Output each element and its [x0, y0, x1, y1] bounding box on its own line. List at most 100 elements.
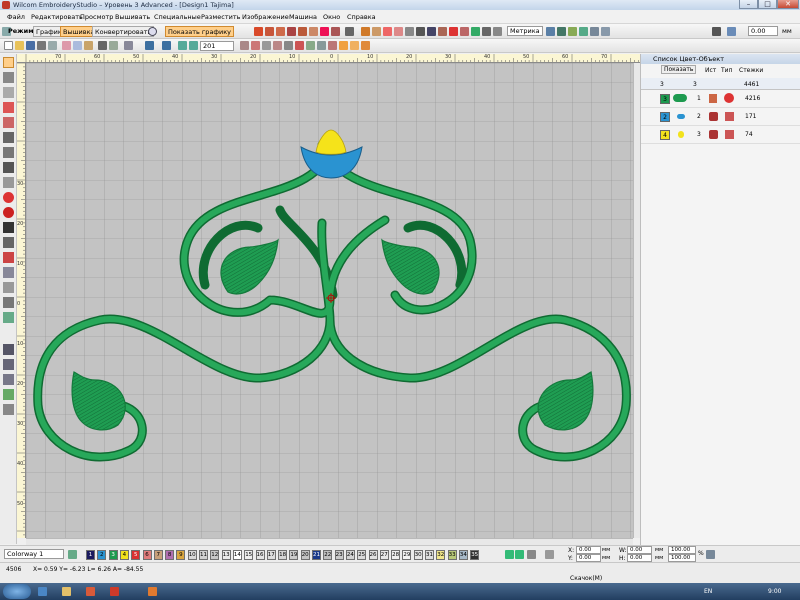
- design-canvas[interactable]: [26, 63, 633, 538]
- color-swatch-4[interactable]: 4: [119, 550, 129, 560]
- color-swatch-17[interactable]: 17: [266, 550, 276, 560]
- knife-icon[interactable]: [372, 27, 381, 36]
- color-row[interactable]: 2 2 171: [641, 109, 800, 126]
- minimize-button[interactable]: –: [739, 0, 758, 9]
- menu-view[interactable]: Просмотр: [80, 13, 113, 21]
- colorway-select[interactable]: Colorway 1: [4, 549, 64, 559]
- fill-holes-icon[interactable]: [438, 27, 447, 36]
- trace-tool-icon[interactable]: [3, 282, 14, 293]
- textile-tool-icon[interactable]: [3, 297, 14, 308]
- color-swatch-25[interactable]: 25: [357, 550, 367, 560]
- digitize-icon[interactable]: [427, 27, 436, 36]
- redo-icon[interactable]: [162, 41, 171, 50]
- wilcom-taskbar-icon[interactable]: [110, 587, 119, 596]
- color-swatch-29[interactable]: 29: [402, 550, 412, 560]
- color-swatch-21[interactable]: 21: [312, 550, 321, 560]
- menu-help[interactable]: Справка: [347, 13, 376, 21]
- paste-icon[interactable]: [84, 41, 93, 50]
- ie-icon[interactable]: [38, 587, 47, 596]
- language-indicator[interactable]: EN: [704, 588, 712, 595]
- size-lock-icon[interactable]: [712, 27, 721, 36]
- show-stitches-icon[interactable]: [240, 41, 249, 50]
- ring-tool-icon[interactable]: [3, 207, 14, 218]
- color-settings-icon[interactable]: [527, 550, 536, 559]
- node-tool-icon[interactable]: [3, 162, 14, 173]
- color-swatch-14[interactable]: 14: [232, 550, 242, 560]
- run-icon[interactable]: [276, 27, 285, 36]
- color-swatch-27[interactable]: 27: [379, 550, 389, 560]
- monogram-icon[interactable]: [449, 27, 458, 36]
- color-swatch-8[interactable]: 8: [165, 550, 175, 560]
- menu-machine[interactable]: Машина: [289, 13, 317, 21]
- color-swatch-15[interactable]: 15: [244, 550, 254, 560]
- arrow-up-icon[interactable]: [505, 550, 514, 559]
- color-swatch-18[interactable]: 18: [278, 550, 288, 560]
- color-swatch-31[interactable]: 31: [425, 550, 434, 560]
- grid-icon[interactable]: [546, 27, 555, 36]
- run-tool-icon[interactable]: [3, 132, 14, 143]
- shape-tool-icon[interactable]: [3, 267, 14, 278]
- color-swatch-34[interactable]: 34: [458, 550, 468, 560]
- zoom-select[interactable]: 201: [200, 41, 234, 51]
- copy-icon[interactable]: [73, 41, 82, 50]
- units-select[interactable]: Метрика: [507, 26, 543, 36]
- curve-tool-icon[interactable]: [3, 177, 14, 188]
- color-swatch-11[interactable]: 11: [199, 550, 208, 560]
- satin-icon[interactable]: [254, 27, 263, 36]
- color-swatch-23[interactable]: 23: [334, 550, 344, 560]
- sequin-tool-icon[interactable]: [3, 312, 14, 323]
- color-swatch-20[interactable]: 20: [300, 550, 310, 560]
- open-icon[interactable]: [15, 41, 24, 50]
- preview-icon[interactable]: [48, 41, 57, 50]
- show-button[interactable]: Показать: [661, 65, 697, 74]
- color-swatch-24[interactable]: 24: [345, 550, 355, 560]
- duplicate-icon[interactable]: [98, 41, 107, 50]
- vertical-scrollbar[interactable]: [633, 63, 640, 538]
- arrow-down-icon[interactable]: [515, 550, 524, 559]
- complex-fill-icon[interactable]: [416, 27, 425, 36]
- stemstitch-icon[interactable]: [309, 27, 318, 36]
- color-swatch-7[interactable]: 7: [153, 550, 163, 560]
- satin-tool-icon[interactable]: [3, 102, 14, 113]
- angle-icon[interactable]: [579, 27, 588, 36]
- close-button[interactable]: ✕: [777, 0, 799, 9]
- circle-tool-icon[interactable]: [3, 192, 14, 203]
- stop-icon[interactable]: [482, 27, 491, 36]
- tatami-icon[interactable]: [265, 27, 274, 36]
- color-swatch-35[interactable]: 35: [470, 550, 480, 560]
- w-input[interactable]: 0.00: [627, 546, 652, 554]
- color-swatch-3[interactable]: 3: [108, 550, 118, 560]
- slow-redraw-icon[interactable]: [339, 41, 348, 50]
- zoom-out-icon[interactable]: [189, 41, 198, 50]
- color-swatch-32[interactable]: 32: [436, 550, 446, 560]
- color-swatch-16[interactable]: 16: [255, 550, 265, 560]
- color-swatch-9[interactable]: 9: [176, 550, 186, 560]
- show-graphics-button[interactable]: Показать графику: [165, 26, 234, 37]
- triple-run-icon[interactable]: [287, 27, 296, 36]
- backstitch-icon[interactable]: [298, 27, 307, 36]
- media-icon[interactable]: [86, 587, 95, 596]
- show-hoop-icon[interactable]: [262, 41, 271, 50]
- stitch-player-icon[interactable]: [361, 41, 370, 50]
- show-functions-icon[interactable]: [306, 41, 315, 50]
- object-properties-icon[interactable]: [3, 389, 14, 400]
- show-grid-icon[interactable]: [273, 41, 282, 50]
- reshape-tool-icon[interactable]: [3, 87, 14, 98]
- overview-icon[interactable]: [3, 404, 14, 415]
- color-swatch-1[interactable]: 1: [86, 550, 95, 560]
- new-icon[interactable]: [4, 41, 13, 50]
- show-needle-points-icon[interactable]: [295, 41, 304, 50]
- scale-w-input[interactable]: 100.00: [668, 546, 696, 554]
- color-row[interactable]: 3 1 4216: [641, 91, 800, 108]
- color-swatch-26[interactable]: 26: [368, 550, 378, 560]
- reshape-icon[interactable]: [361, 27, 370, 36]
- menu-edit[interactable]: Редактировать: [31, 13, 83, 21]
- color-row[interactable]: 4 3 74: [641, 127, 800, 144]
- 3d-view-icon[interactable]: [350, 41, 359, 50]
- select-arrow-icon[interactable]: [3, 57, 14, 68]
- measure-icon[interactable]: [557, 27, 566, 36]
- rotate-icon[interactable]: [601, 27, 610, 36]
- color-swatch-13[interactable]: 13: [221, 550, 231, 560]
- pen-tool-icon[interactable]: [3, 147, 14, 158]
- travel-icon[interactable]: [471, 27, 480, 36]
